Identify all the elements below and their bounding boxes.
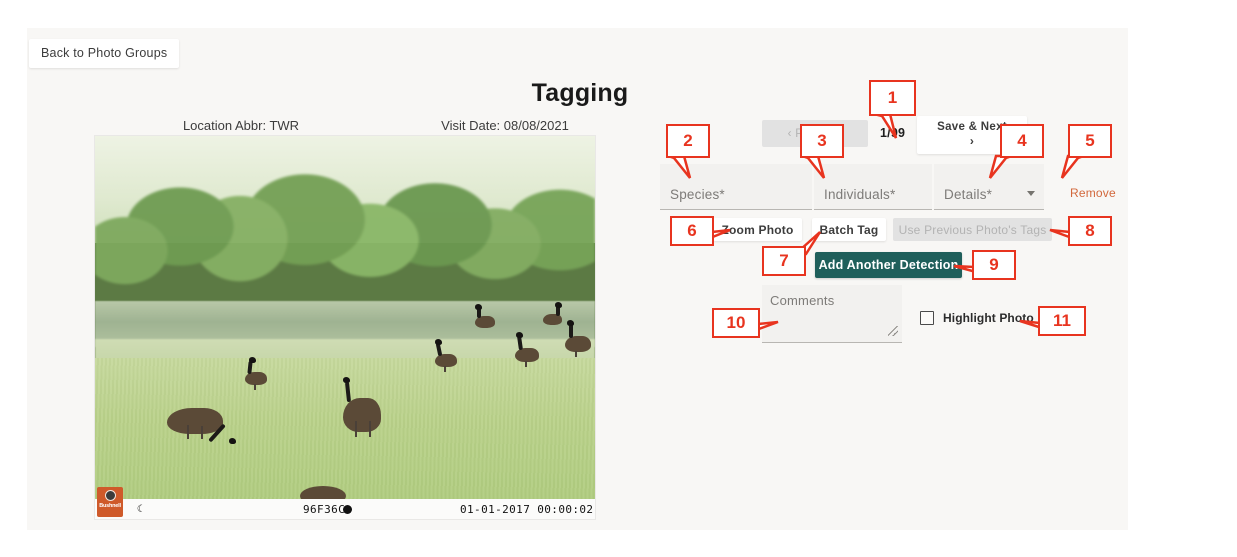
annotation-callout-3: 3 xyxy=(800,124,844,158)
annotation-tail-2 xyxy=(667,154,702,184)
goose xyxy=(543,302,562,325)
annotation-label: 3 xyxy=(817,131,827,150)
annotation-callout-8: 8 xyxy=(1068,216,1112,246)
goose xyxy=(167,408,236,444)
annotation-label: 10 xyxy=(726,313,746,332)
annotation-tail-3 xyxy=(801,154,836,184)
annotation-label: 5 xyxy=(1085,131,1095,150)
back-to-photo-groups-button[interactable]: Back to Photo Groups xyxy=(29,39,180,68)
use-previous-tags-button[interactable]: Use Previous Photo's Tags xyxy=(893,218,1052,241)
species-placeholder: Species* xyxy=(670,187,725,202)
camera-info-bar: ☾ 96F36C 01-01-2017 00:00:02 xyxy=(95,499,595,519)
save-and-next-label: Save & Next xyxy=(937,121,1007,133)
annotation-label: 11 xyxy=(1053,311,1071,330)
filled-circle-icon xyxy=(343,504,352,514)
visit-date-label: Visit Date: 08/08/2021 xyxy=(441,118,569,133)
camera-timestamp: 01-01-2017 00:00:02 xyxy=(460,502,594,516)
annotation-callout-11: 11 xyxy=(1038,306,1086,336)
resize-grip-icon[interactable] xyxy=(888,326,898,336)
annotation-label: 9 xyxy=(989,255,999,274)
annotation-callout-9: 9 xyxy=(972,250,1016,280)
details-placeholder: Details* xyxy=(944,187,993,202)
goose xyxy=(565,320,591,357)
annotation-label: 8 xyxy=(1085,221,1095,240)
annotation-label: 1 xyxy=(887,88,898,107)
annotation-label: 2 xyxy=(683,131,693,150)
annotation-label: 6 xyxy=(687,221,697,240)
annotation-callout-1: 1 xyxy=(869,80,916,116)
location-label: Location Abbr: TWR xyxy=(182,118,300,133)
goose xyxy=(475,304,495,328)
comments-placeholder: Comments xyxy=(770,293,835,308)
app-root: Back to Photo Groups Tagging Location Ab… xyxy=(0,0,1237,557)
annotation-callout-2: 2 xyxy=(666,124,710,158)
add-another-detection-button[interactable]: Add Another Detection xyxy=(815,252,962,278)
brand-name: Bushnell xyxy=(99,503,121,509)
goose xyxy=(515,332,539,367)
goose xyxy=(435,339,457,372)
highlight-photo-checkbox[interactable] xyxy=(920,311,934,325)
annotation-tail-1 xyxy=(873,112,908,142)
bushnell-logo: Bushnell xyxy=(97,487,123,517)
annotation-callout-5: 5 xyxy=(1068,124,1112,158)
remove-link[interactable]: Remove xyxy=(1070,186,1116,200)
annotation-tail-5 xyxy=(1050,154,1085,184)
annotation-tail-4 xyxy=(978,154,1013,184)
annotation-callout-6: 6 xyxy=(670,216,714,246)
annotation-callout-7: 7 xyxy=(762,246,806,276)
annotation-label: 7 xyxy=(779,251,789,270)
chevron-down-icon[interactable] xyxy=(1027,191,1035,196)
camera-code: 96F36C xyxy=(303,502,346,516)
treeline-region xyxy=(95,143,595,316)
page-title: Tagging xyxy=(531,79,629,107)
photo-image[interactable]: ☾ 96F36C 01-01-2017 00:00:02 Bushnell xyxy=(95,136,595,519)
annotation-label: 4 xyxy=(1017,131,1027,150)
annotation-callout-10: 10 xyxy=(712,308,760,338)
goose xyxy=(245,357,267,390)
individuals-placeholder: Individuals* xyxy=(824,187,896,202)
annotation-callout-4: 4 xyxy=(1000,124,1044,158)
moon-phase-icon: ☾ xyxy=(137,503,144,515)
goose xyxy=(343,377,381,437)
lens-icon xyxy=(104,490,116,501)
